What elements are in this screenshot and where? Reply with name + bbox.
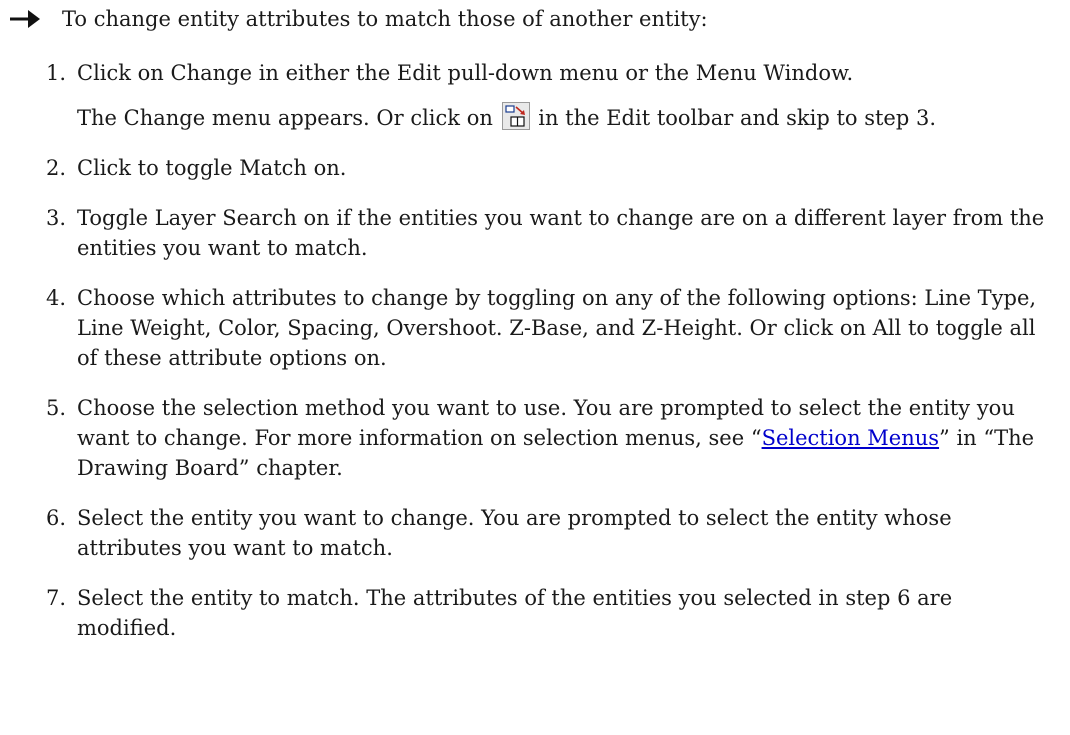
step-number: 5. (46, 396, 67, 420)
right-arrow-icon (8, 4, 42, 34)
step-number: 1. (46, 61, 67, 85)
list-item: 7. Select the entity to match. The attri… (0, 583, 1070, 643)
list-item: 3. Toggle Layer Search on if the entitie… (0, 203, 1070, 263)
change-match-toolbar-icon (501, 102, 530, 130)
document-page: To change entity attributes to match tho… (0, 0, 1070, 735)
subtext-before: The Change menu appears. Or click on (77, 106, 493, 130)
list-item: 2. Click to toggle Match on. (0, 153, 1070, 183)
step-text: Choose the selection method you want to … (77, 393, 1058, 483)
selection-menus-link[interactable]: Selection Menus (762, 426, 939, 450)
list-item: 5. Choose the selection method you want … (0, 393, 1070, 483)
step-text: Click on Change in either the Edit pull-… (77, 61, 854, 85)
step-text: Click to toggle Match on. (77, 156, 347, 180)
step-text: Select the entity to match. The attribut… (77, 586, 953, 640)
step-number: 7. (46, 586, 67, 610)
step-number: 3. (46, 206, 67, 230)
procedure-heading: To change entity attributes to match tho… (8, 4, 708, 34)
step-number: 6. (46, 506, 67, 530)
step-number: 2. (46, 156, 67, 180)
list-item: 1. Click on Change in either the Edit pu… (0, 58, 1070, 133)
intro-text: To change entity attributes to match tho… (62, 7, 708, 31)
step-subtext: The Change menu appears. Or click on in … (77, 102, 1058, 133)
step-text: Select the entity you want to change. Yo… (77, 506, 952, 560)
subtext-after: in the Edit toolbar and skip to step 3. (538, 106, 936, 130)
step-text: Toggle Layer Search on if the entities y… (77, 206, 1045, 260)
list-item: 4. Choose which attributes to change by … (0, 283, 1070, 373)
steps-list: 1. Click on Change in either the Edit pu… (0, 58, 1070, 663)
list-item: 6. Select the entity you want to change.… (0, 503, 1070, 563)
step-number: 4. (46, 286, 67, 310)
step-text: Choose which attributes to change by tog… (77, 286, 1037, 370)
